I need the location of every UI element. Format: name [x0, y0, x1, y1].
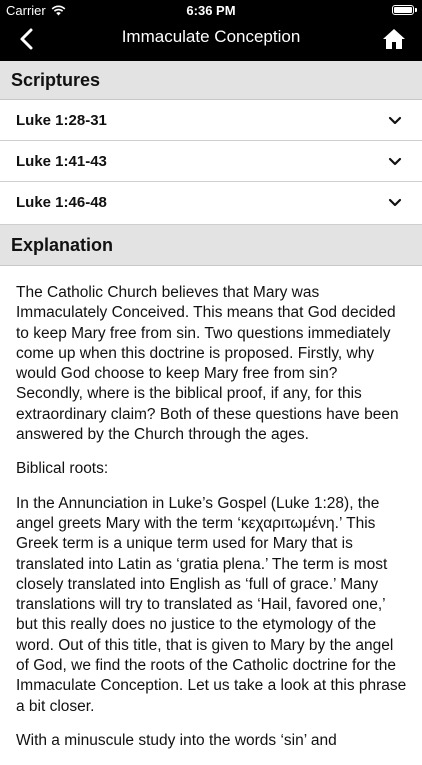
explanation-paragraph: The Catholic Church believes that Mary w… — [16, 284, 399, 444]
explanation-body: The Catholic Church believes that Mary w… — [16, 283, 408, 765]
chevron-down-icon — [388, 116, 402, 125]
scripture-item-luke-1-41-43[interactable]: Luke 1:41-43 — [0, 141, 422, 182]
battery-icon — [392, 5, 417, 15]
explanation-paragraph: Biblical roots: — [16, 460, 109, 478]
scripture-item-luke-1-28-31[interactable]: Luke 1:28-31 — [0, 100, 422, 141]
home-icon[interactable] — [382, 26, 406, 52]
nav-bar: Immaculate Conception — [0, 22, 422, 61]
status-time: 6:36 PM — [186, 3, 236, 18]
explanation-paragraph: In the Annunciation in Luke’s Gospel (Lu… — [16, 494, 407, 715]
scripture-item-label: Luke 1:41-43 — [16, 153, 107, 170]
scriptures-header: Scriptures — [0, 61, 422, 100]
status-bar: Carrier 6:36 PM — [0, 0, 422, 22]
scripture-item-label: Luke 1:46-48 — [16, 194, 107, 211]
explanation-paragraph: With a minuscule study into the words ‘s… — [16, 731, 337, 749]
chevron-down-icon — [388, 157, 402, 166]
explanation-header: Explanation — [0, 225, 422, 266]
scripture-item-label: Luke 1:28-31 — [16, 112, 107, 129]
scripture-item-luke-1-46-48[interactable]: Luke 1:46-48 — [0, 182, 422, 225]
page-title: Immaculate Conception — [121, 27, 301, 46]
chevron-down-icon — [388, 198, 402, 207]
